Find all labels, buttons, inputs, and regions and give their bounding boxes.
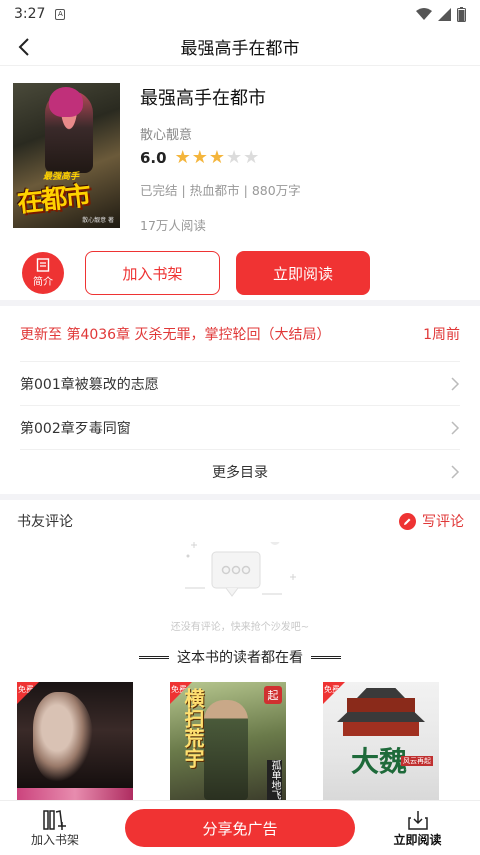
more-chapters-row[interactable]: 更多目录 [20, 450, 460, 494]
bottom-add-shelf-button[interactable]: 加入书架 [0, 809, 110, 848]
cover-hair [49, 87, 83, 117]
bottom-bar: 加入书架 分享免广告 立即阅读 [0, 800, 480, 855]
also-reading-header: 这本书的读者都在看 [0, 636, 480, 678]
bottom-add-shelf-label: 加入书架 [30, 832, 79, 847]
star-icon: ★ [174, 147, 191, 168]
cover-title-text: 横扫荒宇 [181, 688, 205, 768]
recommend-book-2[interactable]: 横扫荒宇 起 孤单地飞 免费 [170, 682, 286, 802]
chapter-title: 第001章被篡改的志愿 [20, 376, 159, 393]
cover-temple [337, 688, 425, 738]
battery-icon [457, 6, 466, 22]
status-bar: 3:27 A [0, 0, 480, 28]
cover-author-text: 孤单地飞 [267, 760, 282, 800]
intro-button[interactable]: 简介 [22, 252, 64, 294]
qidian-badge: 起 [264, 686, 282, 704]
cover-face [33, 692, 93, 782]
bottom-read-now-button[interactable]: 立即阅读 [355, 809, 480, 848]
intro-button-label: 简介 [33, 277, 53, 288]
back-button[interactable] [10, 32, 38, 62]
star-icon: ★ [226, 147, 243, 168]
chevron-right-icon [451, 420, 460, 435]
title-line-left [139, 655, 169, 659]
chapter-list: 更新至 第4036章 灭杀无罪，掌控轮回（大结局） 1周前 第001章被篡改的志… [0, 306, 480, 494]
reviews-header: 书友评论 写评论 [0, 500, 480, 542]
book-title: 最强高手在都市 [140, 88, 266, 109]
rating-stars: ★ ★ ★ ★ ★ [175, 149, 260, 167]
title-bar: 最强高手在都市 [0, 28, 480, 66]
book-tags: 已完结 | 热血都市 | 880万字 [140, 183, 301, 198]
book-intro-icon [36, 258, 50, 272]
more-chapters-label: 更多目录 [212, 465, 268, 481]
back-arrow-icon [18, 38, 29, 56]
empty-reviews-text: 还没有评论，快来抢个沙发吧~ [170, 622, 310, 633]
write-review-label: 写评论 [422, 514, 464, 530]
free-badge: 免费 [17, 682, 39, 704]
latest-chapter-row[interactable]: 更新至 第4036章 灭杀无罪，掌控轮回（大结局） 1周前 [20, 306, 460, 362]
latest-chapter-text: 更新至 第4036章 灭杀无罪，掌控轮回（大结局） [20, 326, 331, 343]
sim-card-icon: A [55, 8, 66, 20]
cover-character [204, 700, 248, 800]
pencil-icon [399, 512, 416, 530]
action-row: 简介 加入书架 立即阅读 [0, 238, 480, 300]
book-author[interactable]: 散心靓意 [140, 124, 468, 143]
chevron-right-icon [451, 465, 460, 479]
rating-score: 6.0 [140, 149, 167, 167]
chapter-title: 第002章歹毒同窗 [20, 420, 131, 437]
chapter-row[interactable]: 第002章歹毒同窗 [20, 406, 460, 450]
page-title: 最强高手在都市 [180, 39, 300, 59]
recommend-book-3[interactable]: 大魏 风云再起 免费 [323, 682, 439, 802]
cell-signal-icon [438, 7, 451, 21]
write-review-button[interactable]: 写评论 [399, 511, 464, 531]
star-icon: ★ [191, 147, 208, 168]
rating-row: 6.0 ★ ★ ★ ★ ★ [140, 149, 468, 168]
star-icon: ★ [208, 147, 225, 168]
book-cover[interactable]: 最强高手 在都市 散心靓意 著 [13, 83, 120, 228]
cover-title-text: 大魏 [351, 745, 408, 778]
book-meta: 最强高手在都市 散心靓意 6.0 ★ ★ ★ ★ ★ 已完结 | 热血都市 | 880万… [140, 83, 468, 238]
latest-chapter-time: 1周前 [423, 326, 460, 343]
bookshelf-add-icon [43, 809, 66, 830]
recommend-list: 免费 横扫荒宇 起 孤单地飞 免费 大魏 风云再起 免费 [0, 678, 480, 802]
cover-subtitle-text: 风云再起 [401, 756, 433, 766]
star-icon: ★ [243, 147, 260, 168]
wifi-icon [416, 7, 432, 20]
reader-count: 17万人阅读 [140, 218, 206, 233]
book-info: 最强高手 在都市 散心靓意 著 最强高手在都市 散心靓意 6.0 ★ ★ ★ ★ ★ 已… [0, 66, 480, 238]
status-time: 3:27 [14, 6, 46, 22]
empty-reviews: 还没有评论，快来抢个沙发吧~ [0, 542, 480, 636]
read-now-button[interactable]: 立即阅读 [236, 251, 370, 295]
cover-author-text: 散心靓意 著 [82, 217, 114, 224]
chevron-right-icon [451, 376, 460, 391]
also-reading-title: 这本书的读者都在看 [177, 650, 303, 666]
recommend-book-1[interactable]: 免费 [17, 682, 133, 802]
bottom-read-now-label: 立即阅读 [393, 832, 442, 847]
download-read-icon [407, 810, 428, 830]
chapter-row[interactable]: 第001章被篡改的志愿 [20, 362, 460, 406]
reviews-title: 书友评论 [17, 514, 73, 530]
share-no-ads-button[interactable]: 分享免广告 [125, 809, 355, 847]
cover-title-text: 在都市 [15, 181, 91, 219]
title-line-right [311, 655, 341, 659]
add-to-shelf-button[interactable]: 加入书架 [85, 251, 220, 295]
